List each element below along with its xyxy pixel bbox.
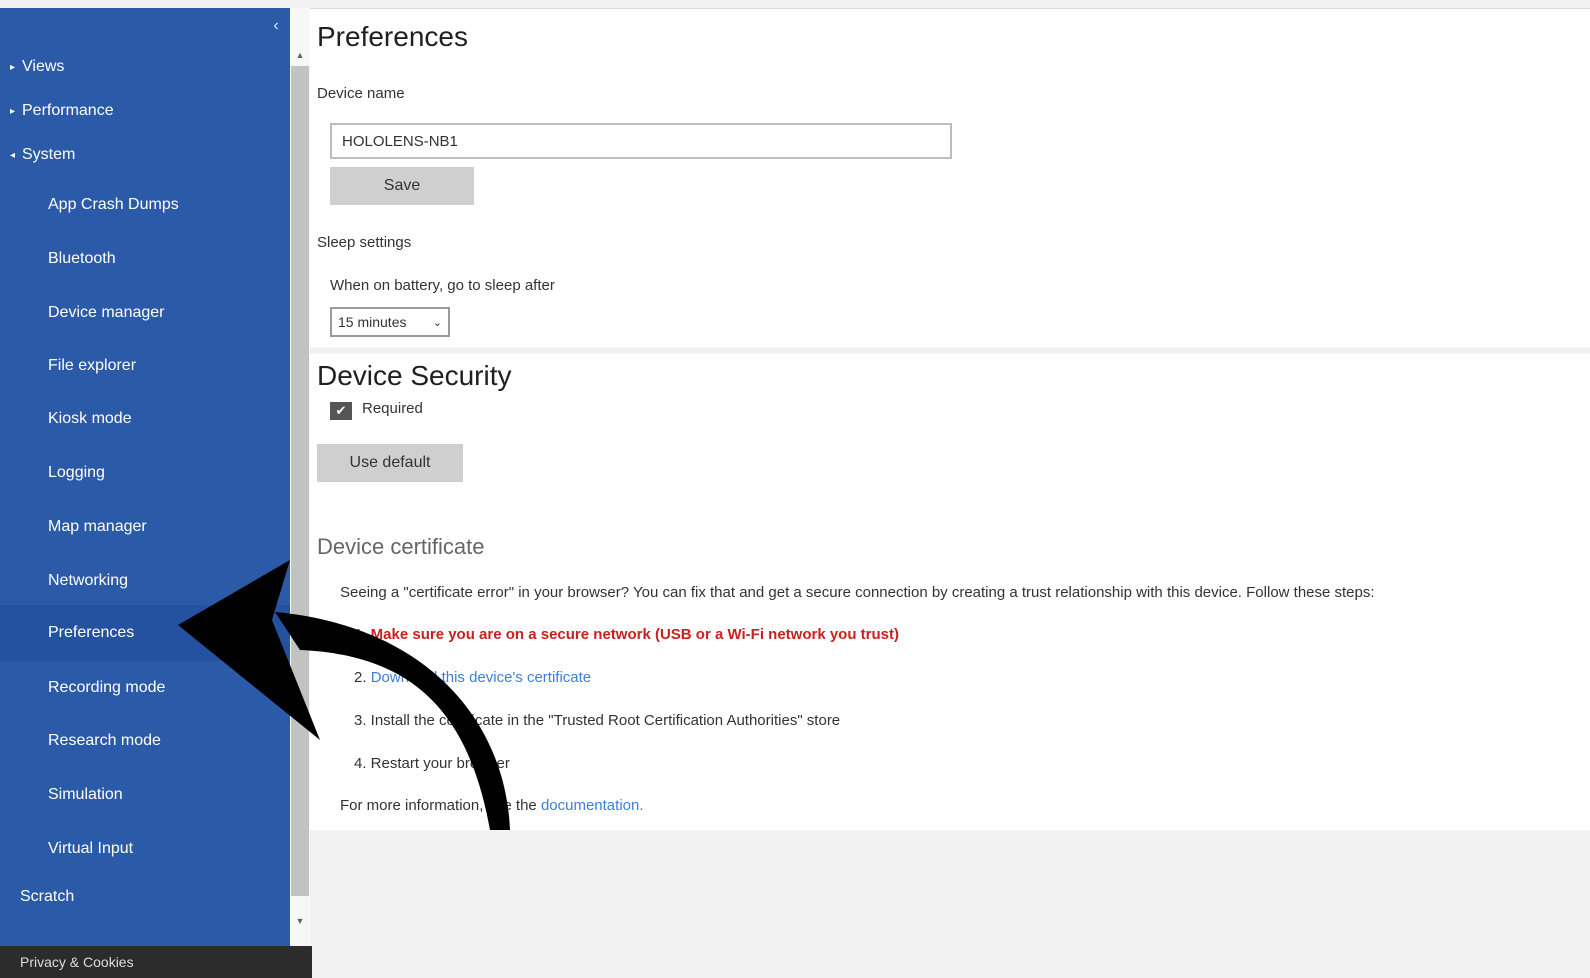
sidebar-item-label: Preferences [48,624,135,641]
sleep-timeout-select[interactable]: 15 minutes ⌄ [330,307,450,337]
caret-down-icon: ◂ [10,149,16,161]
battery-sleep-label: When on battery, go to sleep after [330,277,555,294]
privacy-cookies-link[interactable]: Privacy & Cookies [0,946,312,978]
sidebar-item-map-manager[interactable]: Map manager [0,515,338,539]
save-button[interactable]: Save [330,167,474,205]
download-certificate-link[interactable]: Download this device's certificate [371,669,591,686]
sidebar-item-label: Networking [48,572,129,589]
section-title: Device Security [317,360,512,391]
sidebar: ‹ ▸ Views ▸ Performance ◂ System App Cra… [0,8,338,946]
chevron-left-icon[interactable]: ‹ [268,16,284,36]
step-2: 2. Download this device's certificate [354,669,591,686]
sidebar-item-label: Recording mode [48,679,166,696]
sidebar-item-label: Device manager [48,304,165,321]
nav-section-label: Performance [22,102,114,119]
sidebar-item-logging[interactable]: Logging [0,461,338,485]
sidebar-item-label: File explorer [48,357,137,374]
sidebar-item-label: Map manager [48,518,147,535]
sidebar-item-label: Kiosk mode [48,410,132,427]
step-3: 3. Install the certificate in the "Trust… [354,712,841,729]
sidebar-item-label: Logging [48,464,105,481]
more-info: For more information, see the documentat… [340,797,644,814]
required-label: Required [362,400,423,417]
sidebar-item-scratch[interactable]: Scratch [0,885,310,909]
sidebar-item-preferences[interactable]: Preferences [0,605,338,661]
step-2-number: 2. [354,669,367,686]
scroll-down-icon[interactable]: ▼ [290,914,310,928]
sidebar-item-file-explorer[interactable]: File explorer [0,354,338,378]
device-name-input[interactable] [330,123,952,159]
caret-right-icon: ▸ [10,61,16,73]
nav-section-performance[interactable]: ▸ Performance [0,100,300,122]
chevron-down-icon: ⌄ [432,316,442,329]
sidebar-item-bluetooth[interactable]: Bluetooth [0,247,338,271]
sidebar-item-research-mode[interactable]: Research mode [0,729,338,753]
device-security-panel: Device Security ✔ Required Use default D… [310,354,1590,830]
sidebar-item-kiosk-mode[interactable]: Kiosk mode [0,407,338,431]
sidebar-item-networking[interactable]: Networking [0,569,338,593]
scroll-up-icon[interactable]: ▲ [290,48,310,62]
sidebar-item-simulation[interactable]: Simulation [0,783,338,807]
nav-section-system[interactable]: ◂ System [0,144,300,166]
scroll-thumb[interactable] [291,66,309,896]
documentation-link[interactable]: documentation. [541,797,644,814]
sleep-settings-label: Sleep settings [317,234,412,251]
privacy-label: Privacy & Cookies [20,954,134,970]
use-default-button[interactable]: Use default [317,444,463,482]
required-checkbox[interactable]: ✔ [330,402,352,420]
sidebar-item-label: Scratch [20,888,75,905]
sidebar-item-device-manager[interactable]: Device manager [0,301,338,325]
page-title: Preferences [317,21,468,52]
sidebar-item-virtual-input[interactable]: Virtual Input [0,837,338,861]
more-info-text: For more information, see the [340,797,537,814]
certificate-heading: Device certificate [317,534,485,559]
checkmark-icon: ✔ [335,403,347,418]
sleep-timeout-value: 15 minutes [338,314,407,330]
step-4: 4. Restart your browser [354,755,510,772]
sidebar-item-label: Research mode [48,732,161,749]
sidebar-item-label: Bluetooth [48,250,116,267]
sidebar-item-app-crash-dumps[interactable]: App Crash Dumps [0,193,338,217]
step-1: 1. Make sure you are on a secure network… [354,626,899,643]
scrollbar[interactable]: ▲ ▼ [290,8,310,946]
nav-section-label: Views [22,58,65,75]
certificate-intro: Seeing a "certificate error" in your bro… [340,584,1375,601]
sidebar-item-recording-mode[interactable]: Recording mode [0,676,338,700]
sidebar-item-label: Virtual Input [48,840,134,857]
preferences-panel: Preferences Device name Save Sleep setti… [310,8,1590,347]
nav-section-label: System [22,146,76,163]
sidebar-item-label: App Crash Dumps [48,196,179,213]
device-name-label: Device name [317,85,405,102]
sidebar-item-label: Simulation [48,786,123,803]
nav-section-views[interactable]: ▸ Views [0,56,300,78]
caret-right-icon: ▸ [10,105,16,117]
